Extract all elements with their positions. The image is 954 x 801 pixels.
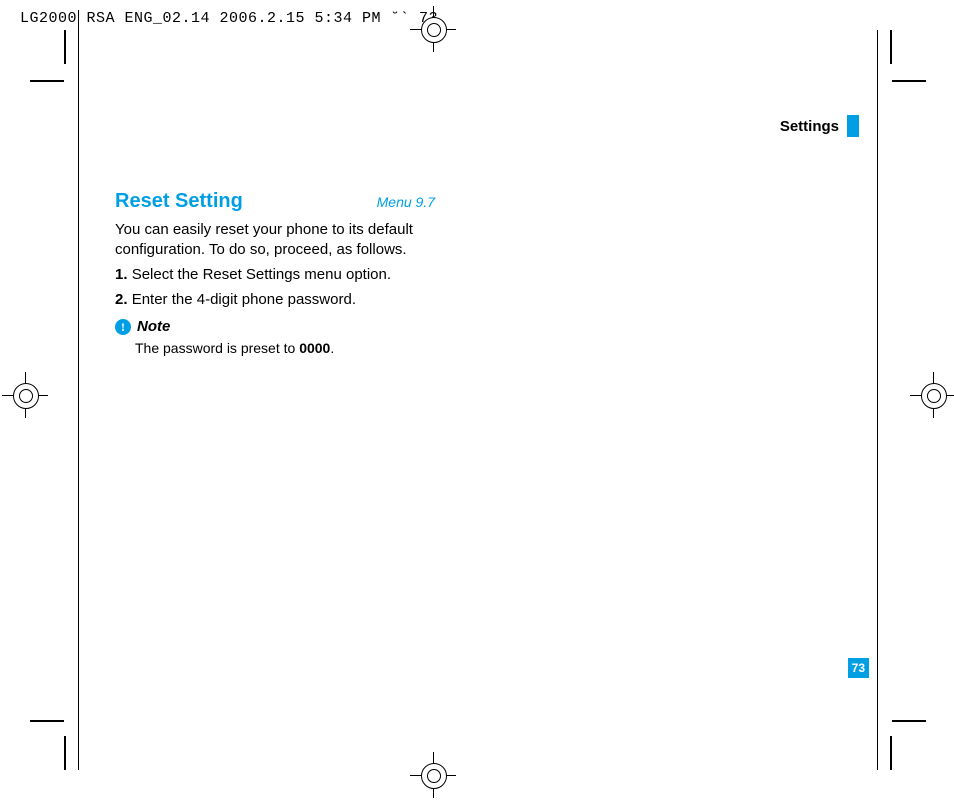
crop-tick	[30, 80, 64, 82]
note-suffix: .	[330, 340, 334, 356]
step-item: 1. Select the Reset Settings menu option…	[115, 266, 391, 283]
note-label: Note	[137, 318, 170, 335]
section-title: Reset Setting	[115, 190, 243, 213]
note-value: 0000	[299, 340, 330, 356]
step-number: 1.	[115, 266, 128, 283]
crop-tick	[892, 80, 926, 82]
step-text: Enter the 4-digit phone password.	[132, 291, 356, 308]
registration-mark-icon	[10, 380, 40, 410]
menu-reference: Menu 9.7	[377, 194, 435, 210]
frame-line	[877, 30, 878, 770]
step-item: 2. Enter the 4-digit phone password.	[115, 291, 356, 308]
chapter-accent	[847, 115, 859, 137]
print-header: LG2000 RSA ENG_02.14 2006.2.15 5:34 PM ˘…	[20, 10, 438, 27]
crop-tick	[890, 736, 892, 770]
crop-tick	[892, 720, 926, 722]
page-number-badge: 73	[848, 658, 869, 678]
section-heading-row: Reset Setting Menu 9.7	[115, 190, 435, 213]
intro-paragraph: You can easily reset your phone to its d…	[115, 220, 435, 261]
note-body: The password is preset to 0000.	[135, 340, 334, 356]
crop-tick	[64, 736, 66, 770]
registration-mark-icon	[418, 14, 448, 44]
info-icon: !	[115, 319, 131, 335]
step-number: 2.	[115, 291, 128, 308]
note-heading: ! Note	[115, 318, 170, 335]
frame-line	[78, 10, 79, 770]
registration-mark-icon	[418, 760, 448, 790]
registration-mark-icon	[918, 380, 948, 410]
crop-tick	[30, 720, 64, 722]
crop-tick	[890, 30, 892, 64]
chapter-header: Settings	[780, 115, 859, 137]
note-prefix: The password is preset to	[135, 340, 299, 356]
crop-tick	[64, 30, 66, 64]
chapter-label: Settings	[780, 118, 839, 135]
step-text: Select the Reset Settings menu option.	[132, 266, 391, 283]
